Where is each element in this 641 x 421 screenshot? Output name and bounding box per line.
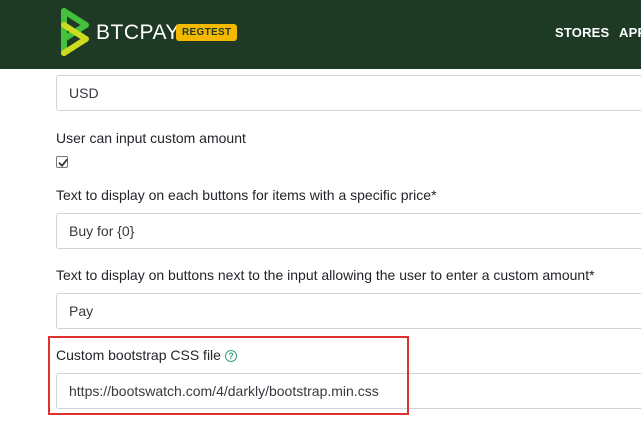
- custom-button-text-input[interactable]: Pay: [56, 293, 641, 329]
- regtest-badge: REGTEST: [176, 24, 238, 41]
- btcpay-logo-icon[interactable]: [60, 8, 90, 56]
- checkmark-icon: [58, 159, 68, 167]
- brand-name[interactable]: BTCPAY: [96, 21, 180, 45]
- highlight-box: [48, 336, 409, 415]
- button-text-label: Text to display on each buttons for item…: [56, 187, 437, 203]
- button-text-input[interactable]: Buy for {0}: [56, 213, 641, 249]
- top-navbar: BTCPAY REGTEST STORES APPS: [0, 0, 641, 69]
- custom-button-text-label: Text to display on buttons next to the i…: [56, 267, 595, 283]
- currency-input[interactable]: USD: [56, 75, 641, 111]
- custom-amount-label: User can input custom amount: [56, 130, 246, 146]
- custom-amount-checkbox[interactable]: [56, 156, 68, 168]
- nav-stores-link[interactable]: STORES: [555, 25, 609, 41]
- nav-apps-link[interactable]: APPS: [619, 25, 641, 41]
